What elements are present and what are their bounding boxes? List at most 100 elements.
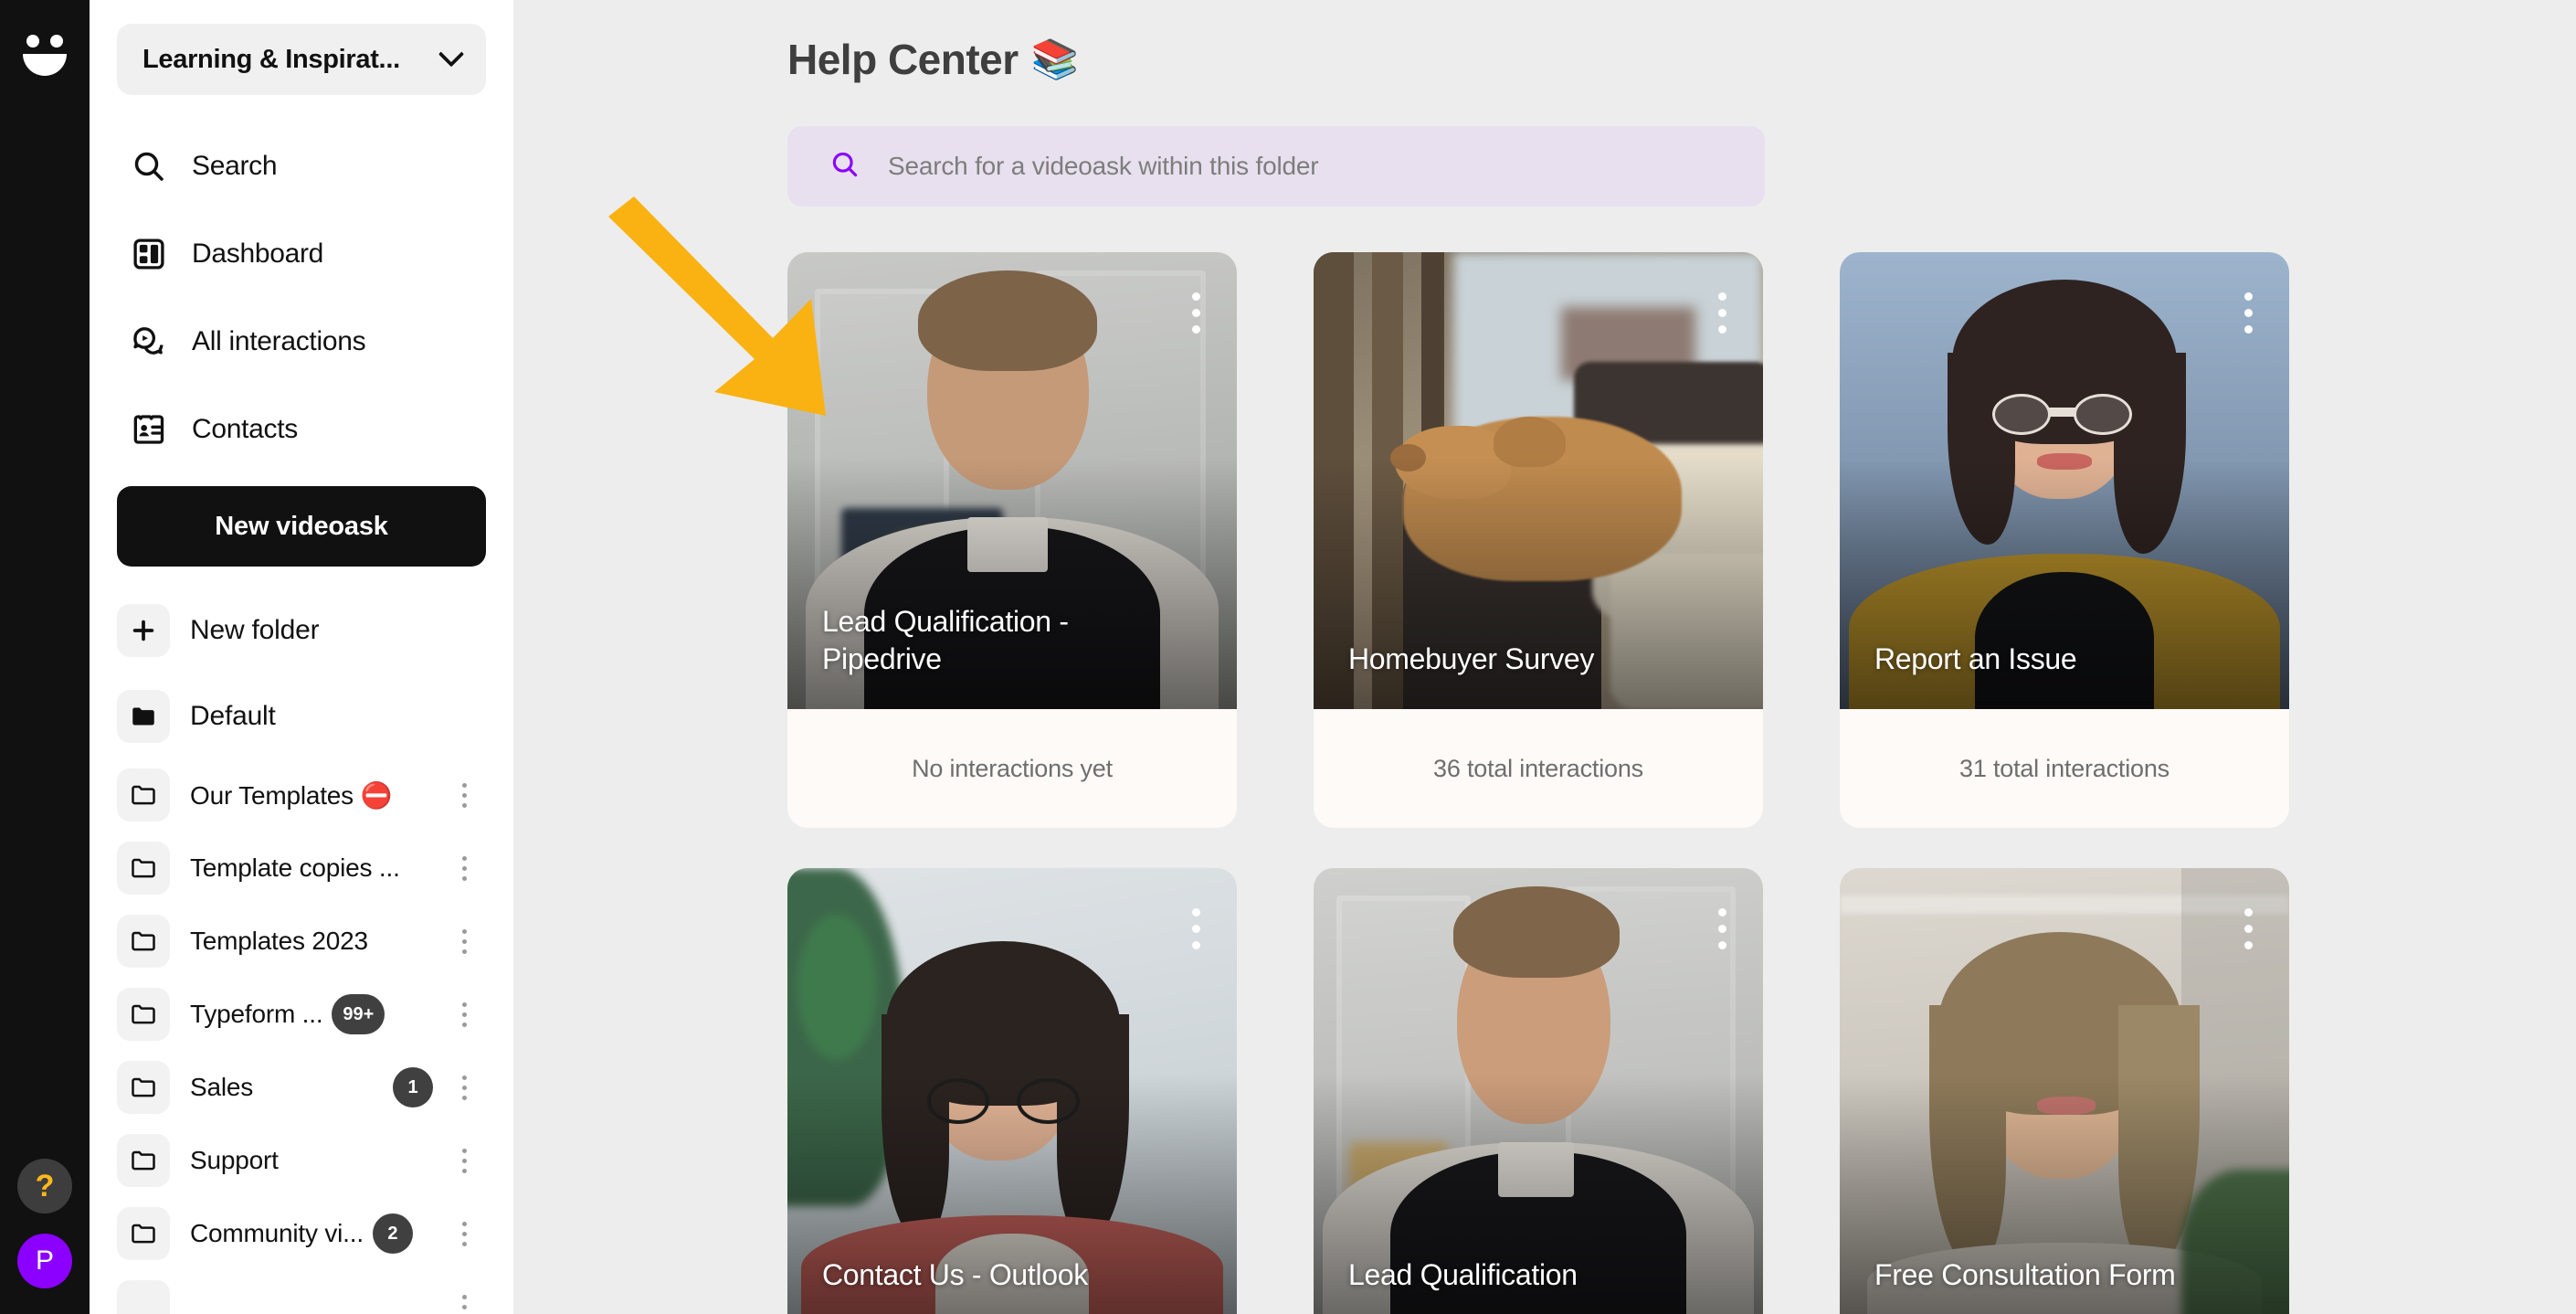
folder-kebab-menu-icon[interactable] [446, 848, 482, 888]
folder-kebab-menu-icon[interactable] [446, 775, 482, 815]
folder-label: Template copies ... [190, 853, 400, 882]
videoask-card[interactable]: Lead Qualification [1314, 868, 1763, 1314]
sidebar-item-label: All interactions [192, 326, 366, 356]
workspace-selector[interactable]: Learning & Inspirat... [117, 24, 486, 95]
folder-count-badge: 1 [393, 1067, 433, 1107]
new-folder-label: New folder [190, 615, 320, 645]
card-thumbnail: Lead Qualification [1314, 868, 1763, 1314]
sidebar-item-search[interactable]: Search [117, 122, 486, 210]
card-kebab-menu-icon[interactable] [2244, 908, 2253, 949]
card-interactions-count: No interactions yet [912, 754, 1113, 782]
left-rail: ? P [0, 0, 90, 1314]
folder-label: Community vi... [190, 1219, 364, 1247]
sidebar-item-all-interactions[interactable]: All interactions [117, 298, 486, 386]
card-title: Free Consultation Form [1874, 1258, 2176, 1292]
app-root: ? P Learning & Inspirat... Search Dashbo… [0, 0, 2576, 1314]
folder-item-templates-2023[interactable]: Templates 2023 [117, 905, 486, 978]
card-thumbnail: Report an Issue [1840, 252, 2289, 709]
card-interactions-count: 31 total interactions [1959, 754, 2170, 782]
folder-outline-icon [117, 1280, 170, 1314]
card-interactions-count: 36 total interactions [1433, 754, 1643, 782]
avatar[interactable]: P [17, 1234, 72, 1288]
folder-kebab-menu-icon[interactable] [446, 994, 482, 1034]
card-thumbnail: Lead Qualification - Pipedrive [787, 252, 1237, 709]
videoask-card[interactable]: Report an Issue 31 total interactions [1840, 252, 2289, 828]
folder-item-template-copies[interactable]: Template copies ... [117, 832, 486, 905]
folder-label: Typeform ... [190, 1000, 323, 1028]
folder-label: Our Templates ⛔ [190, 780, 393, 810]
folder-outline-icon [117, 1061, 170, 1114]
folder-kebab-menu-icon[interactable] [446, 1140, 482, 1181]
books-emoji-icon: 📚 [1030, 37, 1079, 80]
workspace-name: Learning & Inspirat... [143, 44, 400, 74]
folder-label: Templates 2023 [190, 927, 368, 955]
folder-item-support[interactable]: Support [117, 1124, 486, 1197]
card-kebab-menu-icon[interactable] [1192, 292, 1200, 334]
folder-item-sales[interactable]: Sales 1 [117, 1051, 486, 1124]
card-kebab-menu-icon[interactable] [2244, 292, 2253, 334]
folder-item-default[interactable]: Default [117, 674, 486, 758]
card-kebab-menu-icon[interactable] [1718, 908, 1726, 949]
search-icon [829, 149, 860, 185]
folder-outline-icon [117, 1134, 170, 1187]
folder-kebab-menu-icon[interactable] [446, 1287, 482, 1314]
videoask-card[interactable]: Lead Qualification - Pipedrive No intera… [787, 252, 1237, 828]
folder-filled-icon [117, 690, 170, 743]
card-title: Homebuyer Survey [1348, 642, 1595, 676]
sidebar: Learning & Inspirat... Search Dashboard … [90, 0, 513, 1314]
sidebar-item-contacts[interactable]: Contacts [117, 386, 486, 473]
contact-card-icon [130, 410, 168, 449]
folder-count-badge: 99+ [332, 994, 385, 1034]
folder-list: New folder Default Our Templates ⛔ Templ… [117, 587, 486, 1314]
new-folder-button[interactable]: New folder [117, 587, 486, 674]
sidebar-item-dashboard[interactable]: Dashboard [117, 210, 486, 298]
logo-mouth [23, 54, 67, 76]
plus-icon [117, 604, 170, 657]
folder-outline-icon [117, 915, 170, 968]
card-title: Lead Qualification - Pipedrive [822, 605, 1069, 676]
folder-kebab-menu-icon[interactable] [446, 1213, 482, 1254]
card-thumbnail: Free Consultation Form [1840, 868, 2289, 1314]
chat-play-icon [130, 323, 168, 361]
folder-label: Default [190, 701, 276, 731]
dashboard-icon [130, 235, 168, 273]
card-thumbnail: Homebuyer Survey [1314, 252, 1763, 709]
folder-count-badge: 2 [372, 1213, 413, 1254]
main-content: Help Center 📚 Search for a videoask with… [513, 0, 2576, 1314]
folder-item-our-templates[interactable]: Our Templates ⛔ [117, 758, 486, 832]
logo-eye-right [50, 35, 63, 48]
folder-label: Support [190, 1146, 279, 1174]
page-title: Help Center 📚 [787, 35, 2576, 84]
folder-label: Sales [190, 1073, 254, 1101]
page-title-text: Help Center [787, 36, 1019, 83]
videoask-card[interactable]: Free Consultation Form [1840, 868, 2289, 1314]
sidebar-item-label: Search [192, 151, 278, 181]
logo-eye-left [26, 35, 39, 48]
rail-bottom-actions: ? P [0, 1159, 90, 1288]
card-title: Contact Us - Outlook [822, 1258, 1089, 1292]
folder-outline-icon [117, 1207, 170, 1260]
card-title: Report an Issue [1874, 642, 2077, 676]
videoask-card[interactable]: Homebuyer Survey 36 total interactions [1314, 252, 1763, 828]
videoask-smiley-logo-icon[interactable] [16, 24, 73, 80]
videoask-card[interactable]: Contact Us - Outlook [787, 868, 1237, 1314]
folder-item-community-videos[interactable]: Community vi... 2 [117, 1197, 486, 1270]
folder-item-partial[interactable] [117, 1270, 486, 1314]
help-button[interactable]: ? [17, 1159, 72, 1213]
sidebar-item-label: Contacts [192, 414, 298, 444]
card-thumbnail: Contact Us - Outlook [787, 868, 1237, 1314]
folder-outline-icon [117, 768, 170, 821]
sidebar-nav: Search Dashboard All interactions Contac… [117, 122, 486, 473]
folder-outline-icon [117, 842, 170, 895]
folder-outline-icon [117, 988, 170, 1041]
card-kebab-menu-icon[interactable] [1718, 292, 1726, 334]
card-kebab-menu-icon[interactable] [1192, 908, 1200, 949]
folder-item-typeform[interactable]: Typeform ... 99+ [117, 978, 486, 1051]
search-placeholder: Search for a videoask within this folder [888, 152, 1319, 180]
new-videoask-button[interactable]: New videoask [117, 486, 486, 567]
search-input[interactable]: Search for a videoask within this folder [787, 126, 1765, 207]
folder-kebab-menu-icon[interactable] [446, 921, 482, 961]
sidebar-item-label: Dashboard [192, 238, 324, 269]
videoask-card-grid: Lead Qualification - Pipedrive No intera… [787, 252, 2289, 1314]
folder-kebab-menu-icon[interactable] [446, 1067, 482, 1107]
